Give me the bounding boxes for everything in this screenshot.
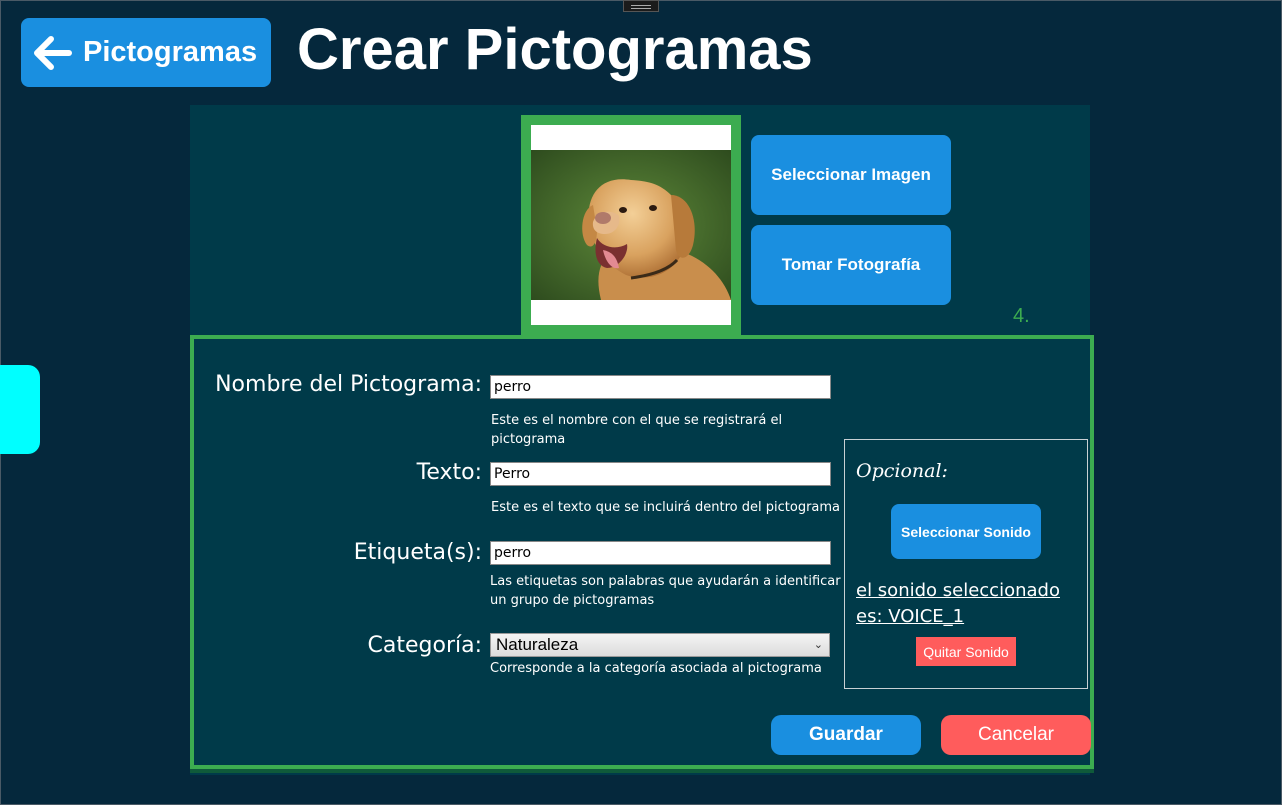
- chevron-down-icon: ⌄: [813, 639, 823, 651]
- category-select[interactable]: Naturaleza ⌄: [490, 633, 830, 657]
- optional-label: Opcional:: [856, 460, 948, 482]
- page-title: Crear Pictogramas: [297, 17, 813, 82]
- selected-sound-link[interactable]: el sonido seleccionado es: VOICE_1: [856, 578, 1086, 630]
- text-input[interactable]: Perro: [490, 462, 831, 486]
- name-input[interactable]: perro: [490, 375, 831, 399]
- dog-photo: [531, 150, 731, 300]
- tags-input[interactable]: perro: [490, 541, 831, 565]
- category-hint: Corresponde a la categoría asociada al p…: [490, 661, 822, 676]
- select-sound-button[interactable]: Seleccionar Sonido: [891, 504, 1041, 559]
- text-hint: Este es el texto que se incluirá dentro …: [491, 500, 841, 515]
- tags-field-label: Etiqueta(s):: [353, 540, 482, 565]
- pictogram-image: [531, 125, 731, 325]
- save-button[interactable]: Guardar: [771, 715, 921, 755]
- arrow-left-icon: [34, 35, 72, 70]
- side-drawer-tab[interactable]: [0, 365, 40, 454]
- category-selected-value: Naturaleza: [496, 635, 579, 654]
- back-button-label: Pictogramas: [83, 36, 258, 68]
- pictogram-image-frame: [521, 115, 741, 335]
- step-number: 4.: [1013, 305, 1030, 327]
- name-field-label: Nombre del Pictograma:: [215, 372, 482, 397]
- cancel-button[interactable]: Cancelar: [941, 715, 1091, 755]
- remove-sound-button[interactable]: Quitar Sonido: [916, 637, 1016, 666]
- text-field-label: Texto:: [416, 460, 482, 485]
- name-hint: Este es el nombre con el que se registra…: [491, 413, 783, 447]
- take-photo-button[interactable]: Tomar Fotografía: [751, 225, 951, 305]
- drag-handle[interactable]: [623, 0, 659, 12]
- panel-bottom-edge: [190, 769, 1094, 773]
- select-image-button[interactable]: Seleccionar Imagen: [751, 135, 951, 215]
- tags-hint: Las etiquetas son palabras que ayudarán …: [490, 574, 841, 608]
- back-to-pictograms-button[interactable]: Pictogramas: [21, 18, 271, 87]
- category-field-label: Categoría:: [367, 633, 482, 658]
